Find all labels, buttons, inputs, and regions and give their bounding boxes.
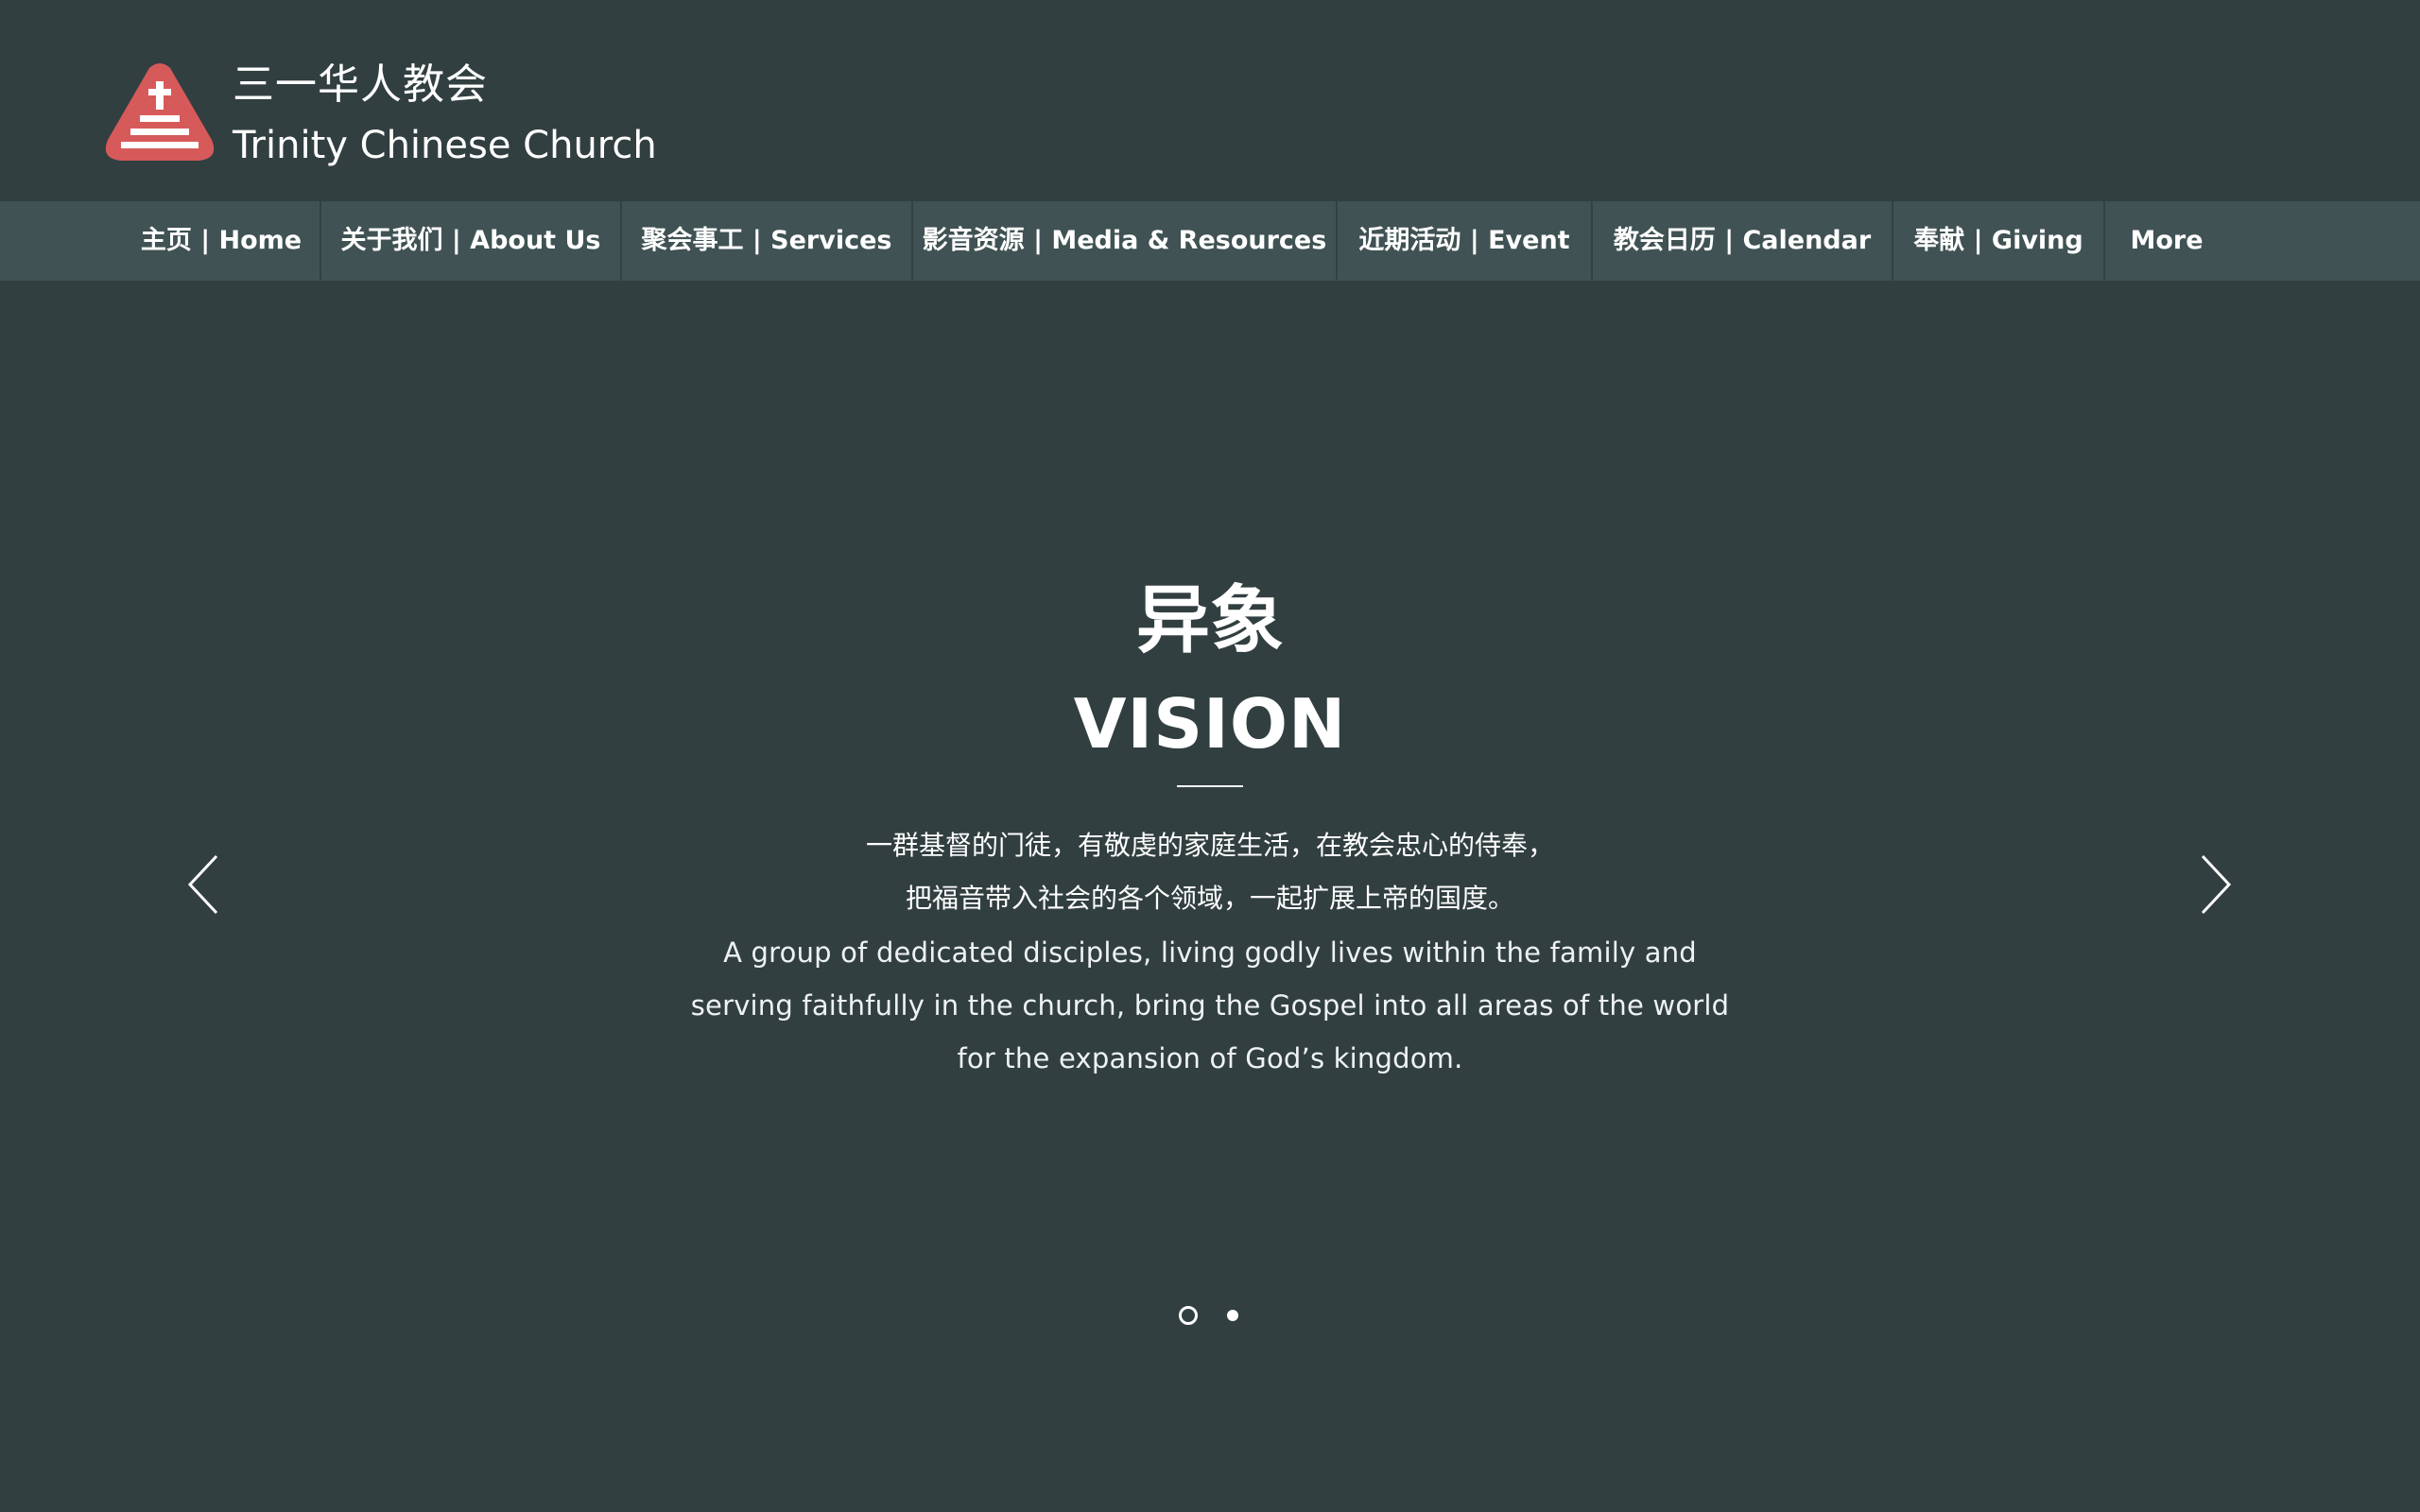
- slide-title-chinese: 异象: [1135, 578, 1284, 663]
- site-header: 三一华人教会 Trinity Chinese Church: [0, 0, 2420, 201]
- previous-slide-button[interactable]: [185, 853, 223, 916]
- title-divider: [1177, 785, 1243, 787]
- nav-item-giving[interactable]: 奉献 | Giving: [1893, 201, 2105, 281]
- next-slide-button[interactable]: [2196, 853, 2234, 916]
- site-name-chinese[interactable]: 三一华人教会: [233, 59, 488, 112]
- slide-text-chinese-line: 一群基督的门徒，有敬虔的家庭生活，在教会忠心的侍奉，: [865, 830, 1554, 861]
- slide-indicator-1[interactable]: [1179, 1306, 1198, 1325]
- slide-indicator-2[interactable]: [1227, 1310, 1238, 1321]
- nav-item-calendar[interactable]: 教会日历 | Calendar: [1593, 201, 1893, 281]
- nav-item-services[interactable]: 聚会事工 | Services: [622, 201, 913, 281]
- site-name-english[interactable]: Trinity Chinese Church: [233, 119, 657, 172]
- chevron-left-icon: [187, 854, 218, 915]
- slide-text-chinese-line: 把福音带入社会的各个领域，一起扩展上帝的国度。: [905, 883, 1514, 914]
- nav-item-media-resources[interactable]: 影音资源 | Media & Resources: [913, 201, 1338, 281]
- church-cross-logo-icon[interactable]: [102, 60, 217, 164]
- nav-item-event[interactable]: 近期活动 | Event: [1338, 201, 1593, 281]
- chevron-right-icon: [2201, 854, 2232, 915]
- slide-text-english-line: for the expansion of God’s kingdom.: [957, 1042, 1463, 1074]
- nav-item-home[interactable]: 主页 | Home: [123, 201, 321, 281]
- slide-title-english: VISION: [1073, 684, 1347, 764]
- slide-text-english-line: A group of dedicated disciples, living g…: [723, 936, 1697, 969]
- slide-text-english-line: serving faithfully in the church, bring …: [690, 989, 1730, 1022]
- vision-slideshow: 异象 VISION 一群基督的门徒，有敬虔的家庭生活，在教会忠心的侍奉， 把福音…: [0, 281, 2420, 1512]
- main-nav: 主页 | Home 关于我们 | About Us 聚会事工 | Service…: [0, 201, 2420, 281]
- nav-item-more[interactable]: More: [2105, 201, 2228, 281]
- nav-item-about-us[interactable]: 关于我们 | About Us: [321, 201, 622, 281]
